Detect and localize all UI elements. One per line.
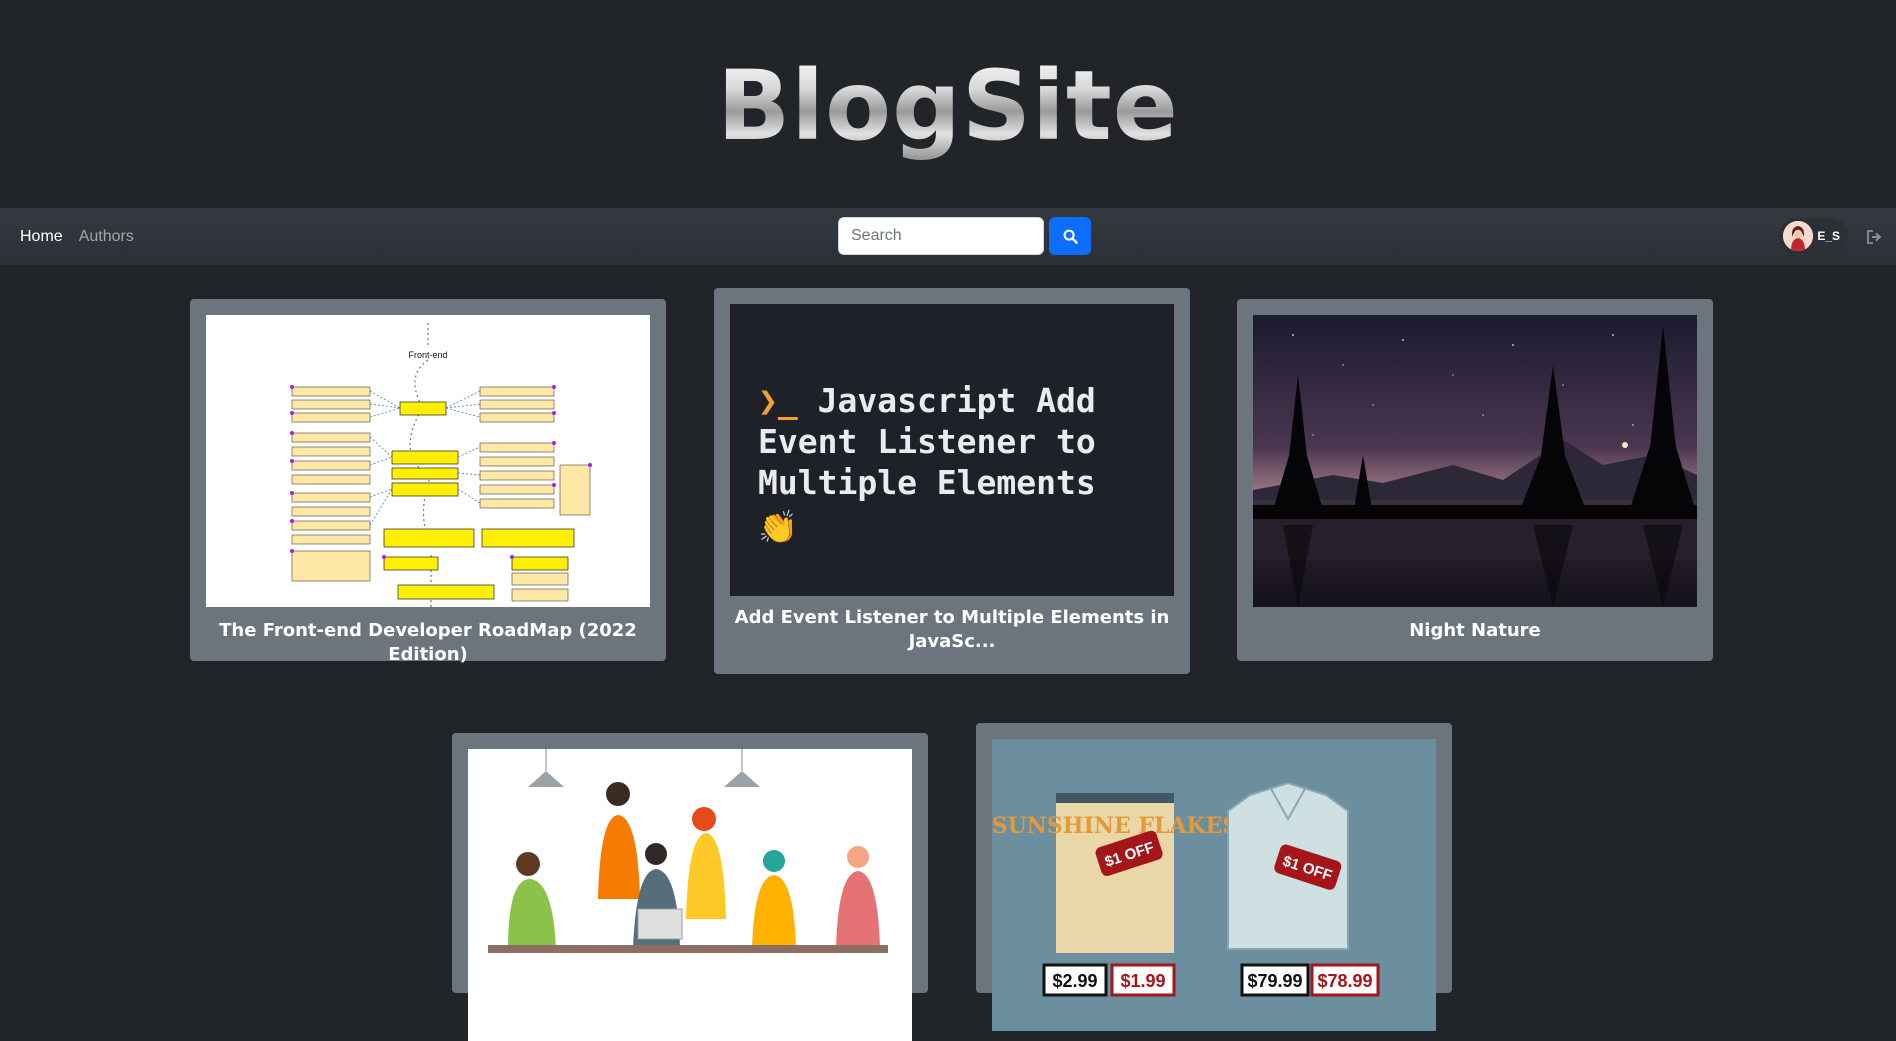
price-label: $2.99 (1052, 971, 1097, 991)
avatar (1783, 221, 1814, 251)
site-logo[interactable]: BlogSite (717, 50, 1179, 162)
brand-label: SUNSHINE FLAKES (992, 813, 1238, 839)
search-icon (1063, 229, 1078, 244)
post-card[interactable]: ❯_ Javascript Add Event Listener to Mult… (714, 288, 1190, 674)
user-menu[interactable]: E_S (1779, 218, 1848, 254)
price-label: $1.99 (1120, 971, 1165, 991)
search-form (838, 217, 1091, 255)
logout-icon[interactable] (1866, 229, 1884, 245)
svg-text:Front-end: Front-end (408, 350, 447, 360)
post-title[interactable]: Add Event Listener to Multiple Elements … (730, 606, 1174, 654)
site-header: BlogSite (0, 0, 1896, 208)
navbar: Home Authors E_S (0, 208, 1896, 265)
post-card[interactable]: Night Nature (1237, 299, 1713, 661)
price-label: $79.99 (1247, 971, 1302, 991)
post-card[interactable]: SUNSHINE FLAKES $1 OFF $1 OFF $2.99 $1.9… (976, 723, 1452, 1031)
post-card[interactable] (452, 733, 928, 1041)
post-title[interactable]: Night Nature (1253, 619, 1697, 643)
nav-link-authors[interactable]: Authors (79, 228, 134, 246)
username: E_S (1817, 229, 1840, 243)
post-thumbnail: ❯_ Javascript Add Event Listener to Mult… (730, 304, 1174, 596)
post-title[interactable]: The Front-end Developer RoadMap (2022 Ed… (206, 619, 650, 667)
search-input[interactable] (838, 217, 1044, 255)
post-card[interactable]: Front-end The Front-end Developer RoadMa… (190, 299, 666, 665)
nav-links: Home Authors (20, 228, 150, 246)
post-thumbnail: Front-end (206, 315, 650, 607)
search-button[interactable] (1049, 217, 1091, 255)
post-thumbnail: SUNSHINE FLAKES $1 OFF $1 OFF $2.99 $1.9… (992, 739, 1436, 1031)
post-thumbnail (1253, 315, 1697, 607)
nav-link-home[interactable]: Home (20, 228, 63, 246)
price-label: $78.99 (1317, 971, 1372, 991)
clap-emoji: 👏 (758, 508, 798, 546)
post-thumbnail (468, 749, 912, 1041)
post-grid: Front-end The Front-end Developer RoadMa… (0, 265, 1896, 1041)
banner-text: ❯_ Javascript Add Event Listener to Mult… (758, 380, 1158, 548)
